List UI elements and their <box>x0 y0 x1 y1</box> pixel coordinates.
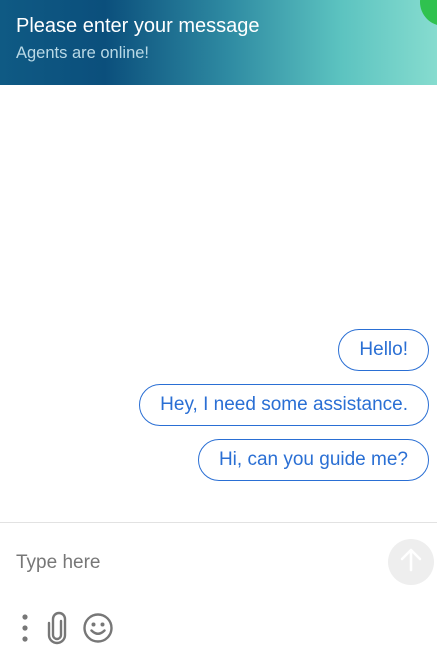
message-input[interactable] <box>16 545 366 581</box>
agents-status-text: Agents are online! <box>16 44 150 62</box>
more-options-icon <box>14 611 36 650</box>
sent-message-bubble: Hi, can you guide me? <box>197 439 429 481</box>
more-options-button[interactable] <box>14 613 36 647</box>
send-button[interactable] <box>388 539 434 585</box>
arrow-up-icon <box>400 548 422 577</box>
chat-header: Please enter your message Agents are onl… <box>0 0 437 85</box>
message-composer <box>0 522 437 658</box>
emoji-icon <box>82 612 114 649</box>
attach-file-button[interactable] <box>44 611 70 650</box>
online-status-indicator <box>420 0 437 26</box>
chat-window: Please enter your message Agents are onl… <box>0 0 437 658</box>
message-list: Hello! Hey, I need some assistance. Hi, … <box>0 85 437 522</box>
emoji-button[interactable] <box>82 612 114 649</box>
header-title: Please enter your message <box>16 15 260 37</box>
sent-message-bubble: Hello! <box>338 329 429 371</box>
sent-message-bubble: Hey, I need some assistance. <box>139 384 429 426</box>
paperclip-icon <box>44 611 70 650</box>
